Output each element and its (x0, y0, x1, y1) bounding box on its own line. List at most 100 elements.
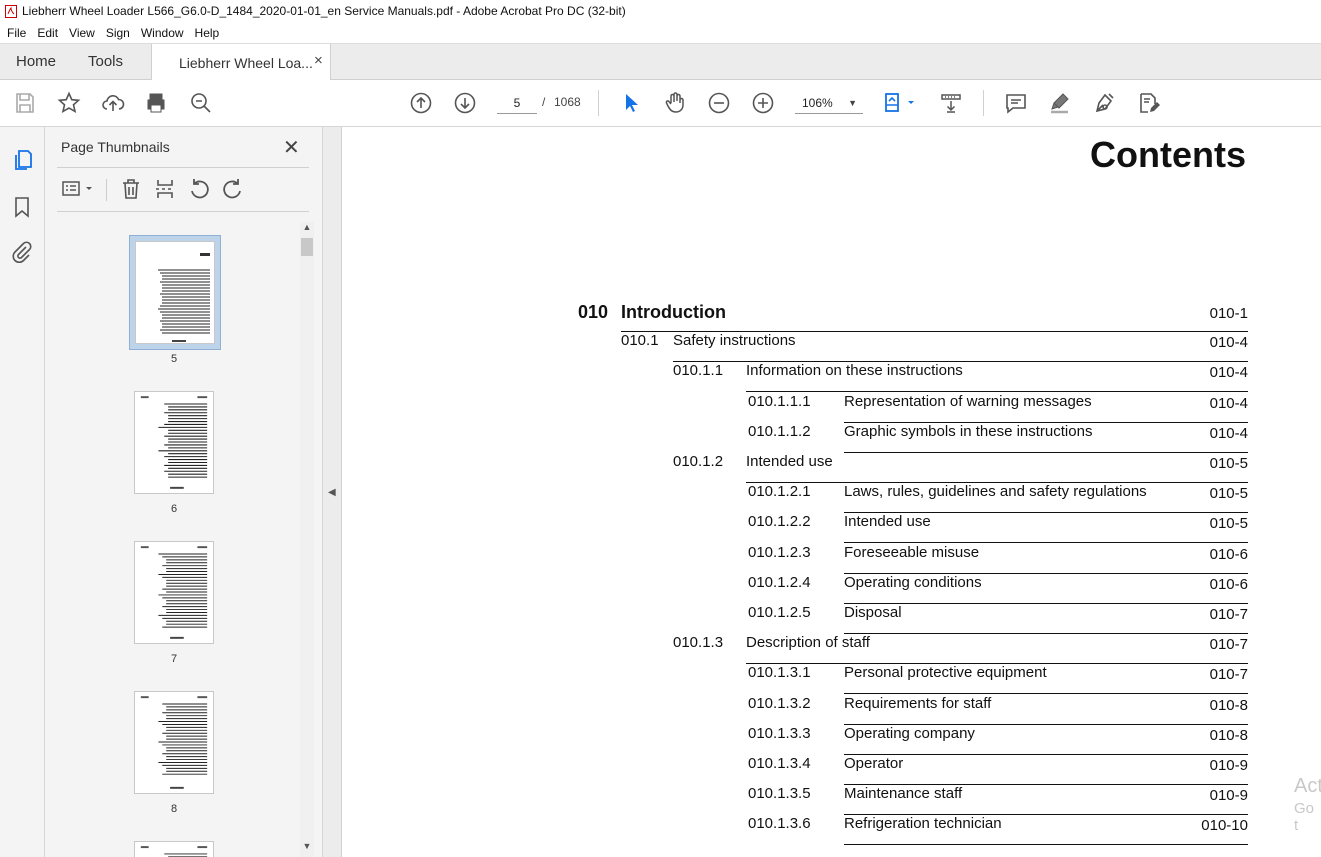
tab-document[interactable]: Liebherr Wheel Loa... × (151, 44, 331, 81)
select-pointer-icon[interactable] (618, 90, 644, 116)
page-thumbnails-icon[interactable] (10, 148, 34, 172)
page-thumbnail-6[interactable] (134, 391, 214, 494)
toc-section-number: 010.1.1.2 (748, 422, 811, 440)
bookmarks-icon[interactable] (10, 195, 34, 219)
document-view[interactable]: Contents 010 Introduction 010-1 010.1 Safety… (342, 127, 1321, 857)
toc-entry[interactable]: 010 Introduction 010-1 (578, 302, 1248, 332)
toc-section-title: Intended use (844, 513, 931, 531)
thumbnail-options-icon[interactable] (60, 177, 96, 201)
close-tab-icon[interactable]: × (314, 52, 323, 69)
menu-file[interactable]: File (7, 26, 26, 40)
toc-page-number: 010-4 (1209, 364, 1248, 382)
page-thumbnail-8[interactable] (134, 691, 214, 794)
rotate-clockwise-icon[interactable] (221, 177, 245, 201)
comment-icon[interactable] (1003, 90, 1029, 116)
toc-entry[interactable]: 010.1.2.4 Operating conditions 010-6 (748, 574, 1248, 604)
toc-entry[interactable]: 010.1.3.1 Personal protective equipment 01… (748, 664, 1248, 695)
attachments-paperclip-icon[interactable] (10, 240, 34, 264)
zoom-out-icon[interactable] (706, 90, 732, 116)
toolbar-divider (106, 179, 107, 201)
menu-view[interactable]: View (69, 26, 95, 40)
toc-entry[interactable]: 010.1.2.5 Disposal 010-7 (748, 604, 1248, 634)
extract-pages-icon[interactable] (153, 177, 177, 201)
toc-entry[interactable]: 010.1.2 Intended use 010-5 (673, 453, 1248, 483)
toolbar-divider (598, 90, 599, 116)
activation-watermark-sub: Go t (1294, 800, 1315, 834)
toc-entry[interactable]: 010.1.2.2 Intended use 010-5 (748, 513, 1248, 544)
page-thumbnail-9[interactable] (134, 841, 214, 857)
scrollbar-thumb[interactable] (301, 238, 313, 256)
menu-help[interactable]: Help (195, 26, 220, 40)
page-thumbnail-7[interactable] (134, 541, 214, 644)
highlight-pen-icon[interactable] (1047, 90, 1073, 116)
print-icon[interactable] (143, 90, 169, 116)
upload-cloud-icon[interactable] (100, 90, 126, 116)
toc-entry[interactable]: 010.1.2.1 Laws, rules, guidelines and saf… (748, 483, 1248, 514)
fit-page-icon[interactable] (883, 90, 919, 116)
page-heading: Contents (1090, 134, 1246, 175)
find-zoom-icon[interactable] (188, 90, 214, 116)
toc-entry[interactable]: 010.1.3.3 Operating company 010-8 (748, 725, 1248, 755)
bookmark-star-icon[interactable] (56, 90, 82, 116)
toc-entry[interactable]: 010.1.1.1 Representation of warning messa… (748, 393, 1248, 423)
zoom-level-select[interactable]: 106% ▼ (795, 92, 863, 114)
page-thumbnail-5[interactable] (129, 235, 221, 350)
panel-splitter[interactable]: ◀ (323, 127, 342, 857)
delete-trash-icon[interactable] (119, 177, 143, 201)
toc-entry[interactable]: 010.1.3 Description of staff 010-7 (673, 634, 1248, 665)
toc-section-title: Refrigeration technician (844, 815, 1002, 833)
toc-page-number: 010-4 (1209, 394, 1248, 412)
rotate-counterclockwise-icon[interactable] (187, 177, 211, 201)
zoom-in-icon[interactable] (750, 90, 776, 116)
toc-page-number: 010-4 (1209, 424, 1248, 442)
page-number-input[interactable]: 5 (497, 92, 537, 114)
page-total: 1068 (554, 95, 581, 109)
toc-section-number: 010.1.2.3 (748, 543, 811, 561)
zoom-level-value: 106% (802, 96, 833, 110)
hand-tool-icon[interactable] (662, 90, 688, 116)
scrolling-mode-icon[interactable] (938, 90, 964, 116)
toc-section-number: 010.1.2 (673, 453, 724, 470)
toc-section-number: 010.1.2.1 (748, 483, 811, 501)
toc-entry[interactable]: 010.1.3.2 Requirements for staff 010-8 (748, 695, 1248, 725)
toc-section-title: Disposal (844, 604, 902, 621)
thumbnail-preview (140, 396, 208, 489)
divider (57, 211, 309, 212)
save-icon[interactable] (12, 90, 38, 116)
toc-section-title: Laws, rules, guidelines and safety regul… (844, 483, 1147, 501)
toc-entry[interactable]: 010.1.3.4 Operator 010-9 (748, 755, 1248, 785)
toc-entry[interactable]: 010.1.2.3 Foreseeable misuse 010-6 (748, 544, 1248, 574)
toc-entry[interactable]: 010.1.3.5 Maintenance staff 010-9 (748, 785, 1248, 816)
toc-page-number: 010-4 (1209, 334, 1248, 352)
toc-page-number: 010-5 (1209, 515, 1248, 533)
tab-home[interactable]: Home (16, 44, 56, 80)
menu-sign[interactable]: Sign (106, 26, 130, 40)
toc-section-title: Description of staff (746, 634, 870, 652)
chevron-down-icon: ▼ (848, 98, 857, 108)
toc-entry[interactable]: 010.1.3.6 Refrigeration technician 010-10 (748, 815, 1248, 846)
activation-watermark: Act (1294, 775, 1321, 797)
scroll-up-arrow-icon[interactable]: ▲ (300, 222, 314, 236)
toc-entry[interactable]: 010.1.1 Information on these instructions… (673, 362, 1248, 393)
draw-sign-icon[interactable] (1091, 90, 1117, 116)
toc-page-number: 010-7 (1209, 666, 1248, 684)
menu-edit[interactable]: Edit (37, 26, 58, 40)
menu-bar: File Edit View Sign Window Help (0, 22, 1321, 43)
tab-tools[interactable]: Tools (88, 44, 123, 80)
toc-entry[interactable]: 010.1 Safety instructions 010-4 (621, 332, 1248, 363)
toc-section-title: Operator (844, 755, 904, 772)
menu-window[interactable]: Window (141, 26, 184, 40)
previous-page-icon[interactable] (408, 90, 434, 116)
toc-section-title: Personal protective equipment (844, 664, 1047, 682)
next-page-icon[interactable] (452, 90, 478, 116)
toolbar: 5 / 1068 106% ▼ (0, 80, 1321, 127)
page-thumbnail-image (135, 241, 215, 344)
thumbnails-scrollbar[interactable]: ▲ ▼ (300, 222, 314, 857)
fill-sign-icon[interactable] (1135, 90, 1161, 116)
toc-section-number: 010.1.3.3 (748, 724, 811, 742)
collapse-panel-arrow-icon[interactable]: ◀ (328, 487, 336, 498)
scroll-down-arrow-icon[interactable]: ▼ (300, 841, 314, 855)
thumbnail-preview (140, 846, 208, 857)
toc-entry[interactable]: 010.1.1.2 Graphic symbols in these instru… (748, 423, 1248, 453)
close-panel-icon[interactable]: ✕ (283, 135, 300, 160)
